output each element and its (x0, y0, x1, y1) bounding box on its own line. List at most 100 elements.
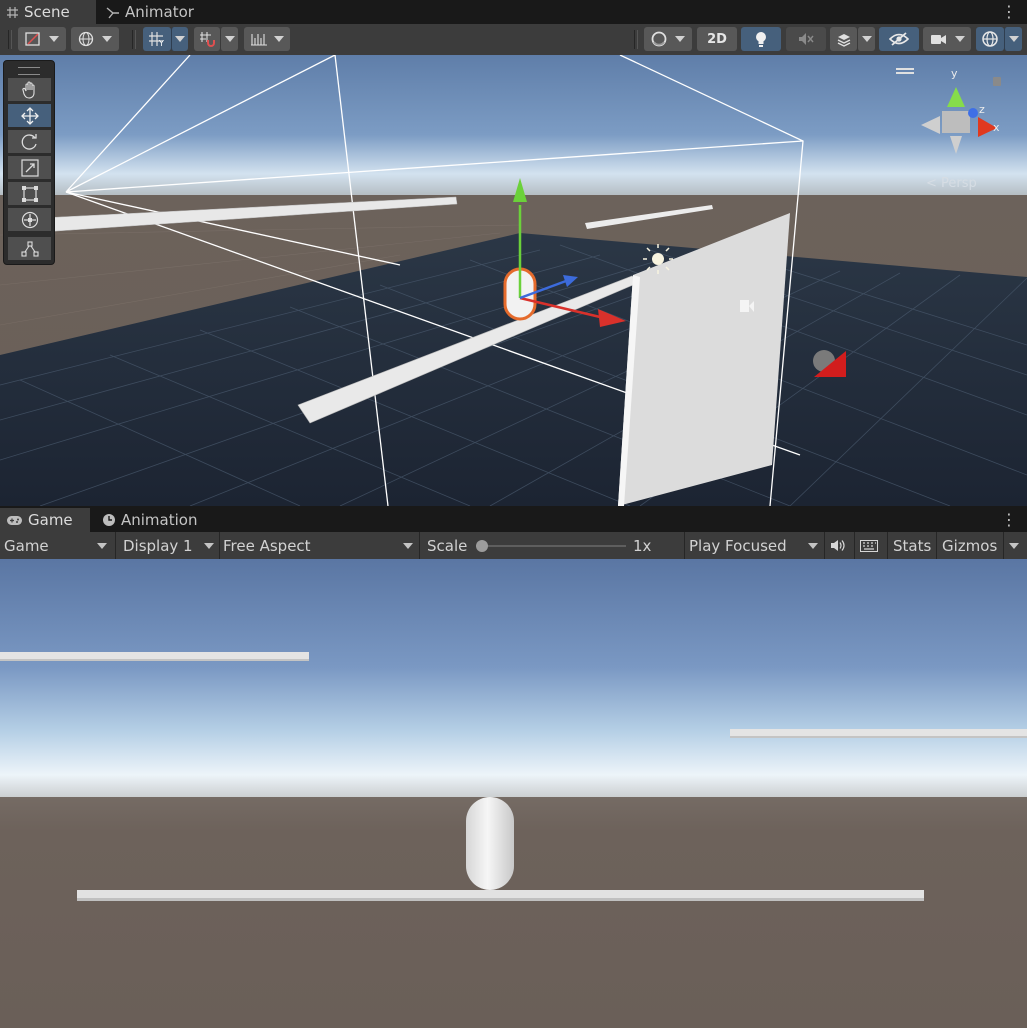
gamepad-icon (7, 515, 22, 525)
rect-transform-icon (21, 185, 38, 202)
stats-button[interactable]: Stats (893, 532, 931, 559)
scene-tab-bar: Scene Animator ⋮ (0, 0, 1027, 24)
gizmos-toggle[interactable] (976, 27, 1004, 51)
play-mode-dropdown[interactable]: Play Focused (689, 532, 820, 559)
tools-overlay (3, 60, 55, 265)
custom-tool-button[interactable] (8, 237, 51, 260)
gizmo-sphere-icon (982, 31, 998, 47)
game-tab-bar: Game Animation ⋮ (0, 506, 1027, 532)
toolbar-separator-right (634, 30, 638, 49)
scale-slider-thumb[interactable] (476, 540, 488, 552)
snap-magnet-button[interactable] (194, 27, 220, 51)
clock-icon (103, 514, 115, 526)
rotate-tool-button[interactable] (8, 130, 51, 153)
chevron-down-icon (808, 543, 818, 549)
scene-orientation-gizmo[interactable]: y z x < Persp (890, 55, 1027, 200)
hand-icon (21, 80, 35, 99)
play-mode-value: Play Focused (689, 536, 787, 555)
chevron-down-icon (97, 543, 107, 549)
eye-hidden-icon (889, 32, 909, 46)
draw-mode-dropdown[interactable] (18, 27, 66, 51)
grid-axis-dropdown[interactable] (171, 27, 188, 51)
game-viewport[interactable] (0, 559, 1027, 1028)
rect-tool-button[interactable] (8, 182, 51, 205)
chevron-down-icon (1009, 542, 1019, 549)
gizmos-button[interactable]: Gizmos (942, 532, 997, 559)
hash-icon (7, 6, 18, 18)
toolbar-separator (132, 30, 136, 49)
move-arrows-icon (20, 106, 39, 125)
effects-toggle[interactable] (830, 27, 857, 51)
sphere-shading-icon (651, 31, 667, 47)
game-player-capsule (466, 797, 514, 890)
mode-2d-button[interactable]: 2D (697, 27, 737, 51)
move-tool-button[interactable] (8, 104, 51, 127)
hand-tool-button[interactable] (8, 78, 51, 101)
toolbar-grip (8, 30, 12, 49)
scale-label: Scale (427, 536, 468, 555)
effects-layers-icon (837, 34, 850, 47)
tab-animator[interactable]: Animator (100, 0, 210, 24)
scale-value: 1x (633, 536, 652, 555)
audio-muted-icon (799, 33, 814, 45)
chevron-down-icon (403, 543, 413, 549)
rotate-icon (21, 133, 37, 150)
camera-icon (930, 34, 946, 44)
display-select-dropdown[interactable]: Display 1 (123, 532, 216, 559)
aspect-select-dropdown[interactable]: Free Aspect (223, 532, 415, 559)
gizmo-axis-z-label: z (979, 103, 985, 116)
speaker-icon (831, 540, 845, 551)
tools-grip[interactable] (18, 67, 40, 75)
increment-snap-dropdown[interactable] (244, 27, 290, 51)
mode-2d-label: 2D (707, 31, 727, 47)
projection-label[interactable]: < Persp (926, 176, 977, 191)
shortcuts-button[interactable] (860, 532, 880, 559)
ruler-icon (251, 34, 267, 46)
game-render (0, 559, 1027, 1028)
camera-settings-dropdown[interactable] (923, 27, 971, 51)
grid-icon: Y (149, 32, 164, 47)
aspect-select-value: Free Aspect (223, 536, 311, 555)
grid-snapping-button[interactable]: Y (143, 27, 171, 51)
scale-slider-track (476, 545, 626, 547)
mute-audio-button[interactable] (830, 532, 850, 559)
tab-game-label: Game (28, 511, 73, 529)
animator-icon (106, 6, 119, 18)
audio-toggle[interactable] (786, 27, 826, 51)
transform-tool-button[interactable] (8, 208, 51, 231)
globe-icon (78, 31, 94, 47)
scale-tool-button[interactable] (8, 156, 51, 179)
render-globe-dropdown[interactable] (71, 27, 119, 51)
game-toolbar: Game Display 1 Free Aspect Scale 1x Play… (0, 532, 1027, 560)
tab-game[interactable]: Game (0, 508, 90, 532)
magnet-grid-icon (199, 32, 215, 47)
scene-render (0, 55, 1027, 506)
lighting-toggle[interactable] (741, 27, 781, 51)
tab-scene[interactable]: Scene (0, 0, 96, 24)
tab-animator-label: Animator (125, 3, 194, 21)
custom-editor-tool-icon (20, 240, 39, 257)
scale-icon (20, 158, 39, 177)
shading-dropdown[interactable] (644, 27, 692, 51)
display-select-value: Display 1 (123, 536, 193, 555)
svg-text:Y: Y (158, 39, 164, 47)
keyboard-icon (860, 539, 878, 552)
gizmo-axis-x-label: x (993, 121, 1000, 134)
game-more-menu-icon[interactable]: ⋮ (1001, 512, 1017, 528)
scale-slider[interactable] (476, 540, 626, 552)
tab-animation-label: Animation (121, 511, 198, 529)
effects-dropdown[interactable] (857, 27, 875, 51)
scene-toolbar: Y 2D (0, 24, 1027, 56)
scene-visibility-toggle[interactable] (879, 27, 919, 51)
scene-viewport[interactable]: y z x < Persp (0, 55, 1027, 506)
gizmos-dropdown[interactable] (1004, 27, 1022, 51)
view-select-dropdown[interactable]: Game (4, 532, 111, 559)
transform-combined-icon (21, 211, 38, 228)
tab-scene-label: Scene (24, 3, 70, 21)
snap-dropdown[interactable] (220, 27, 238, 51)
scene-more-menu-icon[interactable]: ⋮ (1001, 4, 1017, 20)
gizmos-dropdown-arrow[interactable] (1009, 532, 1019, 559)
tab-animation[interactable]: Animation (96, 508, 206, 532)
chevron-down-icon (204, 543, 214, 549)
gizmo-axis-y-label: y (951, 67, 958, 80)
